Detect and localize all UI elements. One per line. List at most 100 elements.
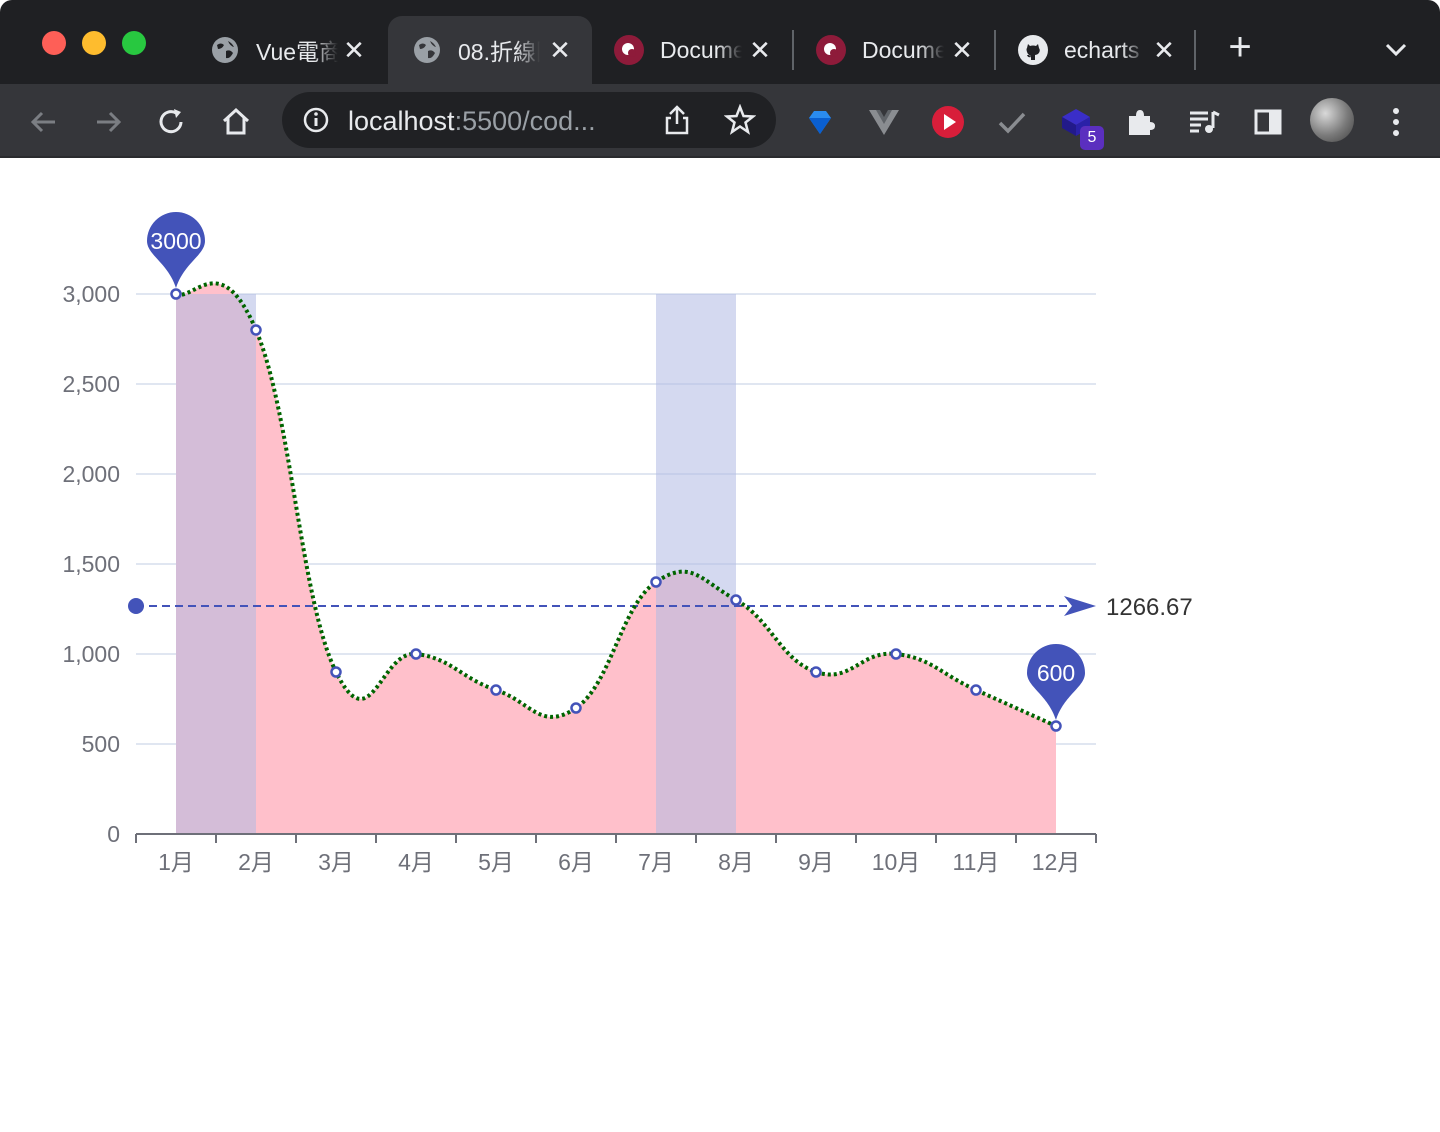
mark-point-pin: 3000 bbox=[147, 212, 205, 288]
extension-button[interactable] bbox=[800, 102, 840, 142]
chevron-down-icon bbox=[1385, 43, 1407, 57]
home-icon bbox=[222, 107, 250, 135]
x-tick-label: 10月 bbox=[872, 849, 921, 875]
tab-title: Document bbox=[862, 36, 944, 63]
extensions-menu-button[interactable] bbox=[1120, 102, 1160, 142]
tab-close-icon[interactable]: ✕ bbox=[950, 37, 974, 63]
tab-echarts[interactable]: echarts ✕ bbox=[994, 16, 1196, 84]
x-tick-label: 2月 bbox=[238, 849, 274, 875]
mark-point-pin: 600 bbox=[1027, 644, 1085, 720]
mark-area bbox=[176, 294, 256, 834]
browser-menu-button[interactable] bbox=[1376, 102, 1416, 142]
globe-icon bbox=[210, 35, 240, 65]
x-tick-label: 7月 bbox=[638, 849, 674, 875]
extension-button[interactable] bbox=[864, 102, 904, 142]
y-tick-label: 1,500 bbox=[62, 551, 120, 577]
data-point bbox=[810, 666, 822, 678]
tab-close-icon[interactable]: ✕ bbox=[1152, 37, 1176, 63]
x-tick-label: 12月 bbox=[1032, 849, 1081, 875]
close-window-button[interactable] bbox=[42, 31, 66, 55]
extension-button[interactable] bbox=[928, 102, 968, 142]
address-text[interactable]: localhost:5500/cod... bbox=[348, 106, 596, 137]
data-point bbox=[250, 324, 262, 336]
data-point bbox=[650, 576, 662, 588]
y-tick-label: 3,000 bbox=[62, 281, 120, 307]
average-line-label: 1266.67 bbox=[1106, 594, 1193, 621]
more-vertical-icon bbox=[1393, 108, 1399, 136]
y-tick-label: 0 bbox=[107, 821, 120, 847]
x-tick-label: 11月 bbox=[953, 849, 1000, 875]
forward-button[interactable] bbox=[88, 102, 128, 142]
tab-document-1[interactable]: Document ✕ bbox=[590, 16, 792, 84]
tab-title: echarts bbox=[1064, 36, 1140, 63]
tab-separator bbox=[1194, 30, 1196, 70]
data-point bbox=[570, 702, 582, 714]
average-line-arrow bbox=[1064, 595, 1096, 616]
new-tab-button[interactable]: + bbox=[1222, 27, 1258, 67]
series-area bbox=[176, 283, 1056, 834]
diamond-extension-icon bbox=[809, 111, 831, 134]
tab-close-icon[interactable]: ✕ bbox=[342, 37, 366, 63]
tab-close-icon[interactable]: ✕ bbox=[548, 37, 572, 63]
x-tick-label: 1月 bbox=[158, 849, 194, 875]
data-point bbox=[490, 684, 502, 696]
line-chart: 0 500 1,000 1,500 2,000 2,500 3,000 1月 2月 3月 4月 5月 6… bbox=[0, 158, 1440, 1132]
reload-button[interactable] bbox=[152, 102, 192, 142]
mark-point-label: 3000 bbox=[150, 228, 201, 254]
playlist-icon bbox=[1190, 110, 1220, 133]
tab-strip: Vue電商 ✕ 08.折線圖 ✕ Document ✕ Document ✕ bbox=[0, 0, 1440, 84]
y-tick-label: 1,000 bbox=[62, 641, 120, 667]
media-control-button[interactable] bbox=[1184, 102, 1224, 142]
address-path: :5500/cod... bbox=[454, 106, 596, 136]
data-point bbox=[730, 594, 742, 606]
extension-button[interactable] bbox=[992, 102, 1032, 142]
maximize-window-button[interactable] bbox=[122, 31, 146, 55]
x-tick-label: 5月 bbox=[478, 849, 514, 875]
tab-vue[interactable]: Vue電商 ✕ bbox=[186, 16, 386, 84]
vite-icon bbox=[816, 35, 846, 65]
y-tick-label: 2,500 bbox=[62, 371, 120, 397]
tab-close-icon[interactable]: ✕ bbox=[748, 37, 772, 63]
x-tick-label: 9月 bbox=[798, 849, 834, 875]
arrow-right-icon bbox=[97, 111, 122, 133]
y-tick-label: 500 bbox=[82, 731, 120, 757]
vue-devtools-icon bbox=[869, 110, 899, 135]
x-tick-label: 4月 bbox=[398, 849, 434, 875]
x-tick-label: 8月 bbox=[718, 849, 754, 875]
extension-badge: 5 bbox=[1080, 126, 1104, 150]
info-icon[interactable] bbox=[302, 106, 330, 134]
github-icon bbox=[1018, 35, 1048, 65]
address-host: localhost bbox=[348, 106, 455, 136]
tab-document-2[interactable]: Document ✕ bbox=[792, 16, 994, 84]
browser-toolbar: localhost:5500/cod... bbox=[0, 84, 1440, 158]
bookmark-star-icon[interactable] bbox=[724, 104, 756, 136]
minimize-window-button[interactable] bbox=[82, 31, 106, 55]
tab-title: Document bbox=[660, 36, 742, 63]
tab-title: Vue電商 bbox=[256, 39, 338, 65]
tab-title: 08.折線圖 bbox=[458, 39, 540, 65]
x-tick-label: 3月 bbox=[318, 849, 354, 875]
share-icon[interactable] bbox=[662, 104, 692, 136]
play-icon bbox=[932, 106, 964, 138]
avatar[interactable] bbox=[1310, 98, 1354, 142]
globe-icon bbox=[412, 35, 442, 65]
y-tick-label: 2,000 bbox=[62, 461, 120, 487]
data-point bbox=[970, 684, 982, 696]
data-point bbox=[1050, 720, 1062, 732]
data-point bbox=[410, 648, 422, 660]
puzzle-icon bbox=[1129, 110, 1155, 135]
side-panel-button[interactable] bbox=[1248, 102, 1288, 142]
tab-search-button[interactable] bbox=[1380, 34, 1412, 66]
home-button[interactable] bbox=[216, 102, 256, 142]
back-button[interactable] bbox=[24, 102, 64, 142]
browser-window: Vue電商 ✕ 08.折線圖 ✕ Document ✕ Document ✕ bbox=[0, 0, 1440, 1132]
reload-icon bbox=[159, 109, 183, 134]
mark-point-label: 600 bbox=[1037, 660, 1075, 686]
arrow-left-icon bbox=[30, 111, 55, 133]
tab-line-chart[interactable]: 08.折線圖 ✕ bbox=[388, 16, 592, 84]
address-bar[interactable]: localhost:5500/cod... bbox=[282, 92, 776, 148]
mark-area bbox=[656, 294, 736, 834]
chart-canvas: 0 500 1,000 1,500 2,000 2,500 3,000 1月 2月 3月 4月 5月 6… bbox=[62, 212, 1193, 875]
data-point bbox=[330, 666, 342, 678]
x-tick-label: 6月 bbox=[558, 849, 594, 875]
